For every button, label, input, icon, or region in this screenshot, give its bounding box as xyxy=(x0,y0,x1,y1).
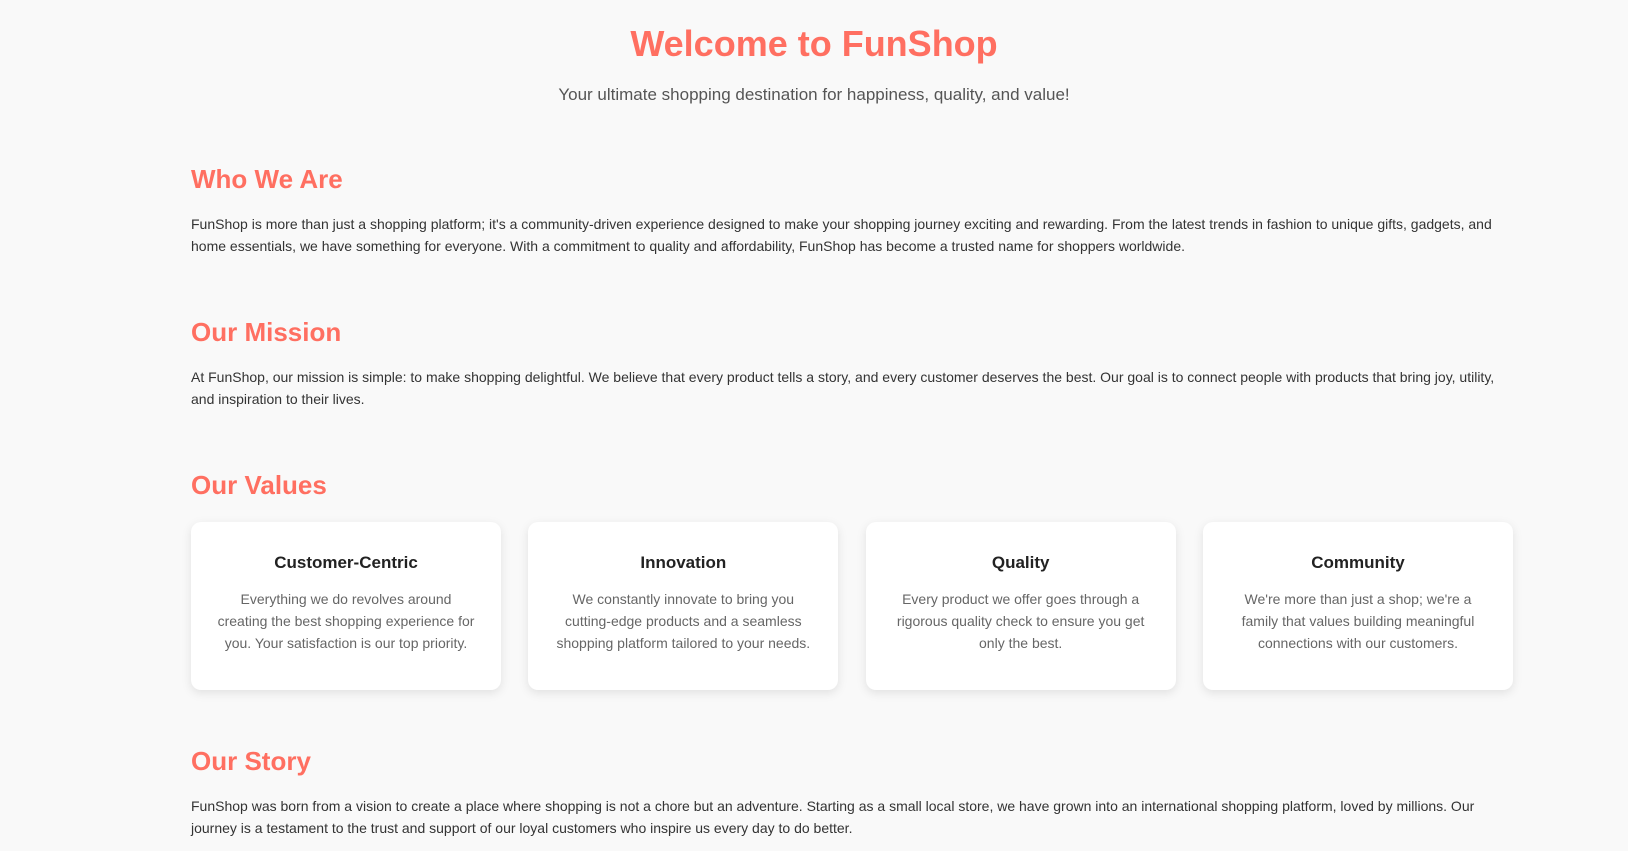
value-card-community: Community We're more than just a shop; w… xyxy=(1202,522,1513,690)
who-we-are-text: FunShop is more than just a shopping pla… xyxy=(191,216,1492,254)
story-section: Our Story FunShop was born from a vision… xyxy=(191,744,1513,839)
value-card-innovation: Innovation We constantly innovate to bri… xyxy=(528,522,839,690)
story-heading: Our Story xyxy=(191,746,311,776)
value-card-customer-centric: Customer-Centric Everything we do revolv… xyxy=(191,522,501,690)
value-card-text: Everything we do revolves around creatin… xyxy=(217,591,475,651)
page-title: Welcome to FunShop xyxy=(630,23,998,64)
value-card-title: Customer-Centric xyxy=(274,553,418,572)
who-we-are-heading: Who We Are xyxy=(191,164,343,194)
story-text: FunShop was born from a vision to create… xyxy=(191,798,1475,836)
value-card-quality: Quality Every product we offer goes thro… xyxy=(865,522,1176,690)
mission-section: Our Mission At FunShop, our mission is s… xyxy=(191,315,1513,410)
values-heading: Our Values xyxy=(191,470,327,500)
mission-text: At FunShop, our mission is simple: to ma… xyxy=(191,369,1495,407)
mission-heading: Our Mission xyxy=(191,317,342,347)
value-card-text: We constantly innovate to bring you cutt… xyxy=(556,591,811,651)
page-subtitle: Your ultimate shopping destination for h… xyxy=(558,85,1070,104)
value-card-title: Innovation xyxy=(640,553,727,572)
hero-header: Welcome to FunShop Your ultimate shoppin… xyxy=(0,0,1628,106)
who-we-are-section: Who We Are FunShop is more than just a s… xyxy=(191,162,1513,257)
value-card-title: Community xyxy=(1311,553,1405,572)
value-card-text: Every product we offer goes through a ri… xyxy=(896,591,1145,651)
values-grid: Customer-Centric Everything we do revolv… xyxy=(191,522,1513,690)
value-card-text: We're more than just a shop; we're a fam… xyxy=(1241,591,1475,651)
values-section: Our Values Customer-Centric Everything w… xyxy=(191,468,1513,690)
value-card-title: Quality xyxy=(991,553,1050,572)
